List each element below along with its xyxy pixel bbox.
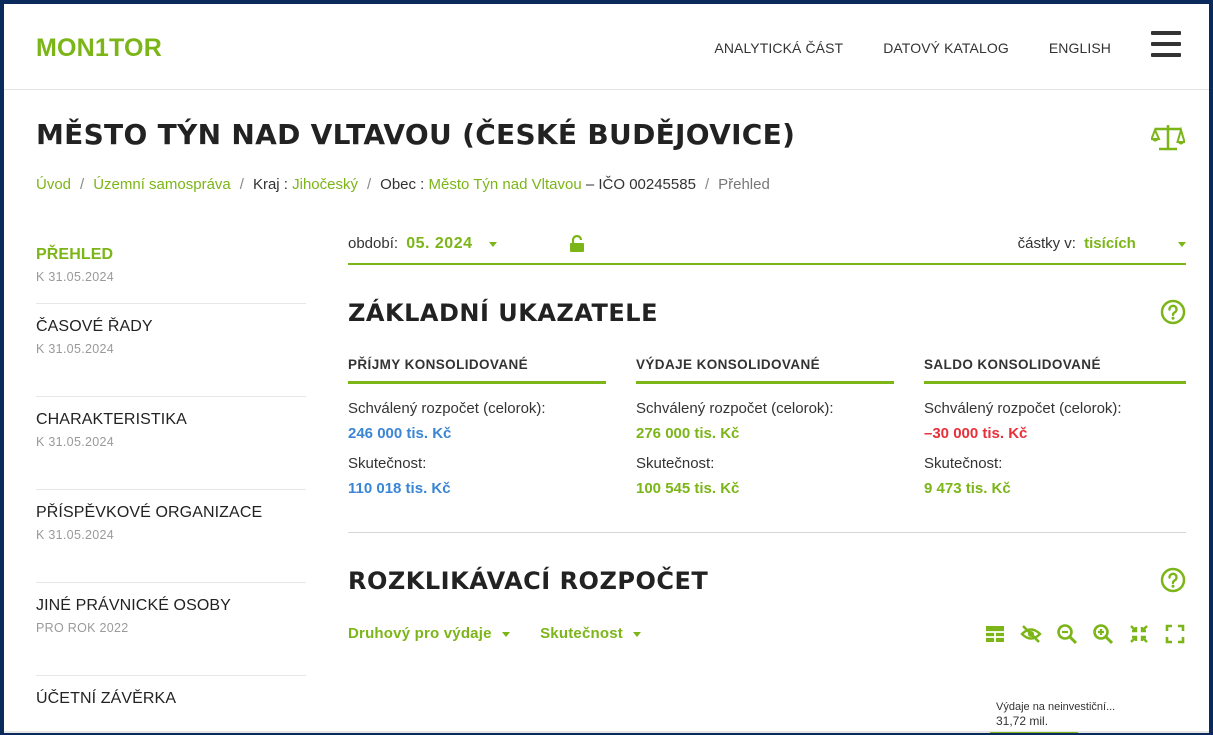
sidebar-item-label: ÚČETNÍ ZÁVĚRKA: [36, 690, 177, 707]
sidebar-item-label: PŘÍSPĚVKOVÉ ORGANIZACE: [36, 504, 263, 521]
eye-off-icon[interactable]: [1020, 623, 1042, 645]
app-frame: MON1TOR ANALYTICKÁ ČÁST DATOVÝ KATALOG E…: [4, 4, 1209, 733]
budget-value: 276 000 tis. Kč: [636, 425, 740, 442]
breadcrumb-current: Přehled: [718, 176, 770, 193]
breadcrumb-sector[interactable]: Územní samospráva: [93, 176, 231, 193]
budget-type-dropdown[interactable]: Druhový pro výdaje: [348, 625, 510, 642]
budget-mode-dropdown[interactable]: Skutečnost: [540, 625, 641, 642]
budget-mode-label: Skutečnost: [540, 625, 623, 642]
actual-value: 100 545 tis. Kč: [636, 480, 740, 497]
sidebar-item-prispevkove-organizace[interactable]: PŘÍSPĚVKOVÉ ORGANIZACE K 31.05.2024: [36, 490, 306, 583]
sidebar-item-ucetni-zaverka[interactable]: ÚČETNÍ ZÁVĚRKA: [36, 676, 306, 733]
breadcrumb-region-label: Kraj :: [252, 176, 288, 193]
chevron-down-icon: [632, 631, 641, 637]
scales-icon[interactable]: [1151, 122, 1185, 152]
amount-unit-selector[interactable]: částky v: tisících: [1018, 235, 1186, 252]
chevron-down-icon: [1178, 241, 1186, 247]
amount-label: částky v:: [1017, 235, 1076, 252]
budget-label: Schválený rozpočet (celorok):: [636, 400, 834, 417]
period-value: 05. 2024: [406, 235, 473, 252]
budget-type-label: Druhový pro výdaje: [348, 625, 492, 642]
page-title: MĚSTO TÝN NAD VLTAVOU (ČESKÉ BUDĚJOVICE): [36, 118, 796, 151]
budget-tree-node[interactable]: Výdaje na neinvestiční... 31,72 mil.: [996, 700, 1115, 728]
breadcrumb-municipality-label: Obec :: [380, 176, 425, 193]
breadcrumb-municipality[interactable]: Město Týn nad Vltavou: [429, 176, 582, 193]
budget-value: –30 000 tis. Kč: [924, 425, 1028, 442]
hamburger-menu-icon[interactable]: [1151, 31, 1181, 57]
top-nav: ANALYTICKÁ ČÁST DATOVÝ KATALOG ENGLISH: [674, 40, 1111, 56]
period-label: období:: [348, 235, 399, 252]
node-name: Výdaje na neinvestiční...: [996, 701, 1116, 713]
section-title: ROZKLIKÁVACÍ ROZPOČET: [348, 567, 709, 595]
actual-value: 9 473 tis. Kč: [924, 480, 1011, 497]
basic-indicators-header: ZÁKLADNÍ UKAZATELE: [348, 299, 1186, 329]
nav-datovy-katalog[interactable]: DATOVÝ KATALOG: [883, 40, 1009, 56]
sidebar-item-date: K 31.05.2024: [36, 528, 114, 542]
indicator-columns: PŘÍJMY KONSOLIDOVANÉ Schválený rozpočet …: [348, 354, 1186, 497]
sidebar-item-charakteristika[interactable]: CHARAKTERISTIKA K 31.05.2024: [36, 397, 306, 490]
section-divider: [348, 532, 1186, 533]
chart-toolbar: [984, 623, 1186, 645]
sidebar-item-jine-pravnicke-osoby[interactable]: JINÉ PRÁVNICKÉ OSOBY PRO ROK 2022: [36, 583, 306, 676]
fullscreen-icon[interactable]: [1164, 623, 1186, 645]
collapse-icon[interactable]: [1128, 623, 1150, 645]
budget-label: Schválený rozpočet (celorok):: [348, 400, 546, 417]
actual-label: Skutečnost:: [348, 455, 427, 472]
budget-value: 246 000 tis. Kč: [348, 425, 452, 442]
sidebar-item-date: PRO ROK 2022: [36, 621, 129, 635]
actual-value: 110 018 tis. Kč: [348, 480, 451, 497]
sidebar-item-label: JINÉ PRÁVNICKÉ OSOBY: [36, 597, 231, 614]
actual-label: Skutečnost:: [924, 455, 1003, 472]
amount-value: tisících: [1084, 235, 1136, 252]
top-bar: MON1TOR ANALYTICKÁ ČÁST DATOVÝ KATALOG E…: [4, 4, 1209, 90]
breadcrumb-ico: – IČO 00245585: [585, 176, 696, 193]
chevron-down-icon: [488, 241, 497, 247]
sidebar-item-label: ČASOVÉ ŘADY: [36, 318, 153, 335]
sidebar-item-date: K 31.05.2024: [36, 342, 114, 356]
breadcrumb-region[interactable]: Jihočeský: [292, 176, 358, 193]
help-icon[interactable]: [1160, 299, 1186, 325]
breadcrumb: Úvod / Územní samospráva / Kraj : Jihočeský /…: [36, 176, 770, 193]
main-content: období: 05. 2024 částky v: tisících ZÁKL…: [348, 226, 1186, 655]
indicator-head: SALDO KONSOLIDOVANÉ: [924, 354, 1186, 384]
sidebar-item-prehled[interactable]: PŘEHLED K 31.05.2024: [36, 230, 306, 304]
sidebar-item-casove-rady[interactable]: ČASOVÉ ŘADY K 31.05.2024: [36, 304, 306, 397]
sidebar: PŘEHLED K 31.05.2024 ČASOVÉ ŘADY K 31.05…: [36, 230, 306, 733]
indicator-head: VÝDAJE KONSOLIDOVANÉ: [636, 354, 894, 384]
unlock-icon[interactable]: [569, 235, 585, 253]
sidebar-item-date: K 31.05.2024: [36, 270, 114, 284]
chevron-down-icon: [501, 631, 510, 637]
indicator-expenses: VÝDAJE KONSOLIDOVANÉ Schválený rozpočet …: [636, 354, 894, 497]
breadcrumb-home[interactable]: Úvod: [36, 176, 71, 193]
budget-drilldown-header: ROZKLIKÁVACÍ ROZPOČET: [348, 567, 1186, 597]
sidebar-item-label: PŘEHLED: [36, 246, 114, 263]
actual-label: Skutečnost:: [636, 455, 715, 472]
nav-analyticka-cast[interactable]: ANALYTICKÁ ČÁST: [714, 40, 843, 56]
nav-english[interactable]: ENGLISH: [1049, 40, 1111, 56]
sidebar-item-date: K 31.05.2024: [36, 435, 114, 449]
node-value: 31,72 mil.: [996, 714, 1049, 728]
indicator-head: PŘÍJMY KONSOLIDOVANÉ: [348, 354, 606, 384]
budget-label: Schválený rozpočet (celorok):: [924, 400, 1122, 417]
logo[interactable]: MON1TOR: [36, 34, 162, 63]
period-selector[interactable]: období: 05. 2024: [348, 235, 497, 253]
period-bar: období: 05. 2024 částky v: tisících: [348, 226, 1186, 265]
table-icon[interactable]: [984, 623, 1006, 645]
sidebar-item-label: CHARAKTERISTIKA: [36, 411, 187, 428]
section-title: ZÁKLADNÍ UKAZATELE: [348, 299, 658, 327]
indicator-income: PŘÍJMY KONSOLIDOVANÉ Schválený rozpočet …: [348, 354, 606, 497]
zoom-in-icon[interactable]: [1092, 623, 1114, 645]
budget-filters: Druhový pro výdaje Skutečnost: [348, 623, 1186, 655]
indicator-balance: SALDO KONSOLIDOVANÉ Schválený rozpočet (…: [924, 354, 1186, 497]
help-icon[interactable]: [1160, 567, 1186, 593]
zoom-out-icon[interactable]: [1056, 623, 1078, 645]
node-bar: [990, 732, 1078, 733]
